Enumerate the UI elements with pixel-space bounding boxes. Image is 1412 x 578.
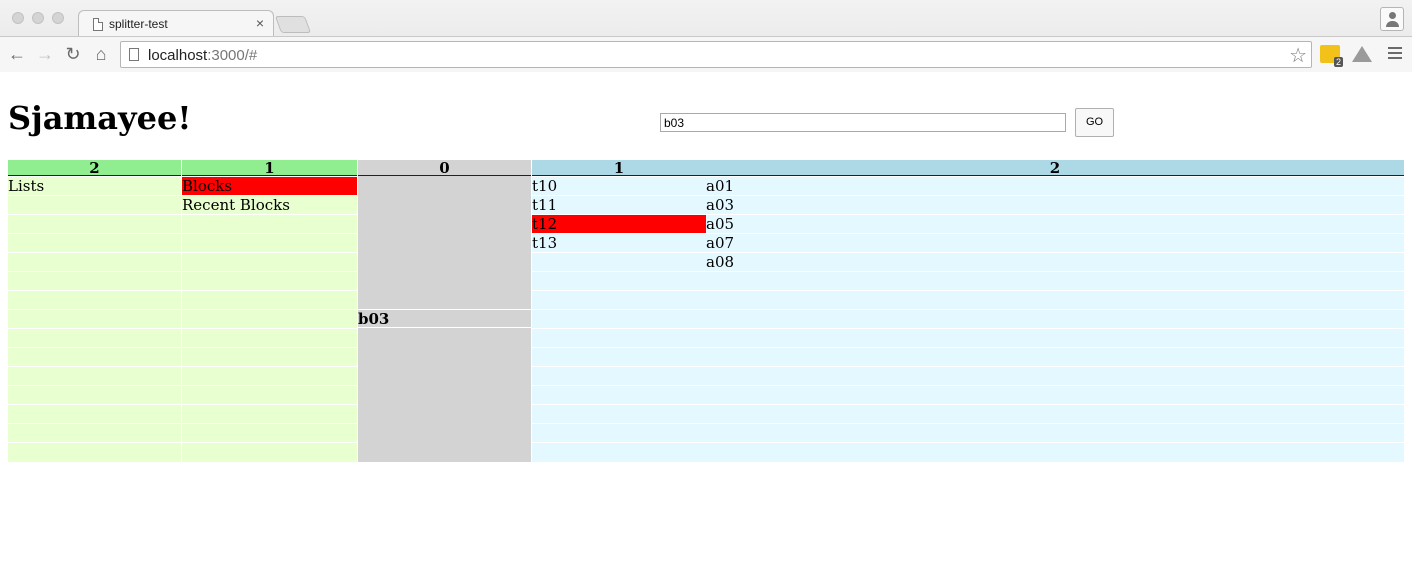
- list-item[interactable]: t13: [532, 233, 706, 252]
- splitter-grid: 2 Lists 1 Blocks Recent Blocks 0 b03 1 t…: [8, 160, 1404, 462]
- column-right-1: 1 t10 t11 t12 t13: [532, 160, 706, 462]
- bookmark-star-icon[interactable]: ☆: [1289, 43, 1307, 68]
- column-left-1: 1 Blocks Recent Blocks: [182, 160, 357, 462]
- extension-badge: 2: [1333, 57, 1343, 67]
- list-item[interactable]: a05: [706, 214, 1404, 233]
- new-tab-button[interactable]: [274, 16, 312, 33]
- browser-tab[interactable]: splitter-test ×: [78, 10, 274, 37]
- home-icon[interactable]: ⌂: [90, 43, 112, 65]
- column-header: 1: [182, 160, 357, 176]
- menu-icon[interactable]: [1388, 47, 1402, 62]
- list-item[interactable]: t10: [532, 176, 706, 195]
- address-bar[interactable]: localhost:3000/# ☆: [120, 41, 1312, 68]
- page-title: Sjamayee!: [8, 99, 192, 137]
- list-item[interactable]: a08: [706, 252, 1404, 271]
- zoom-window-button[interactable]: [52, 12, 64, 24]
- selected-item[interactable]: b03: [358, 309, 531, 328]
- page-icon: [129, 48, 139, 61]
- list-item[interactable]: a07: [706, 233, 1404, 252]
- profile-icon[interactable]: [1380, 7, 1404, 31]
- column-left-2: 2 Lists: [8, 160, 182, 462]
- tab-title: splitter-test: [109, 17, 168, 31]
- list-item-selected[interactable]: Blocks: [182, 176, 357, 195]
- search-input[interactable]: [660, 113, 1066, 132]
- page-content: Sjamayee! GO 2 Lists 1 Blocks Recent Blo…: [0, 73, 1412, 578]
- close-tab-icon[interactable]: ×: [256, 15, 264, 31]
- forward-arrow-icon[interactable]: →: [34, 43, 56, 65]
- close-window-button[interactable]: [12, 12, 24, 24]
- drive-extension-icon[interactable]: [1352, 46, 1372, 62]
- extension-icon[interactable]: 2: [1320, 45, 1343, 67]
- column-header: 0: [358, 160, 531, 176]
- list-item[interactable]: Lists: [8, 176, 181, 195]
- back-arrow-icon[interactable]: ←: [6, 43, 28, 65]
- url-text: localhost:3000/#: [148, 47, 258, 64]
- column-center: 0 b03: [357, 160, 532, 462]
- list-item-selected[interactable]: t12: [532, 214, 706, 233]
- column-header: 1: [532, 160, 706, 176]
- tab-strip: splitter-test ×: [0, 0, 1412, 37]
- navigation-toolbar: ← → ↻ ⌂ localhost:3000/# ☆ 2: [0, 36, 1412, 72]
- list-item[interactable]: Recent Blocks: [182, 195, 357, 214]
- list-item[interactable]: t11: [532, 195, 706, 214]
- column-right-2: 2 a01 a03 a05 a07 a08: [706, 160, 1404, 462]
- minimize-window-button[interactable]: [32, 12, 44, 24]
- column-header: 2: [8, 160, 181, 176]
- go-button[interactable]: GO: [1075, 108, 1114, 137]
- list-item[interactable]: a01: [706, 176, 1404, 195]
- column-header: 2: [706, 160, 1404, 176]
- list-item[interactable]: a03: [706, 195, 1404, 214]
- reload-icon[interactable]: ↻: [62, 43, 84, 65]
- browser-chrome: splitter-test × ← → ↻ ⌂ localhost:3000/#…: [0, 0, 1412, 72]
- page-icon: [93, 18, 103, 31]
